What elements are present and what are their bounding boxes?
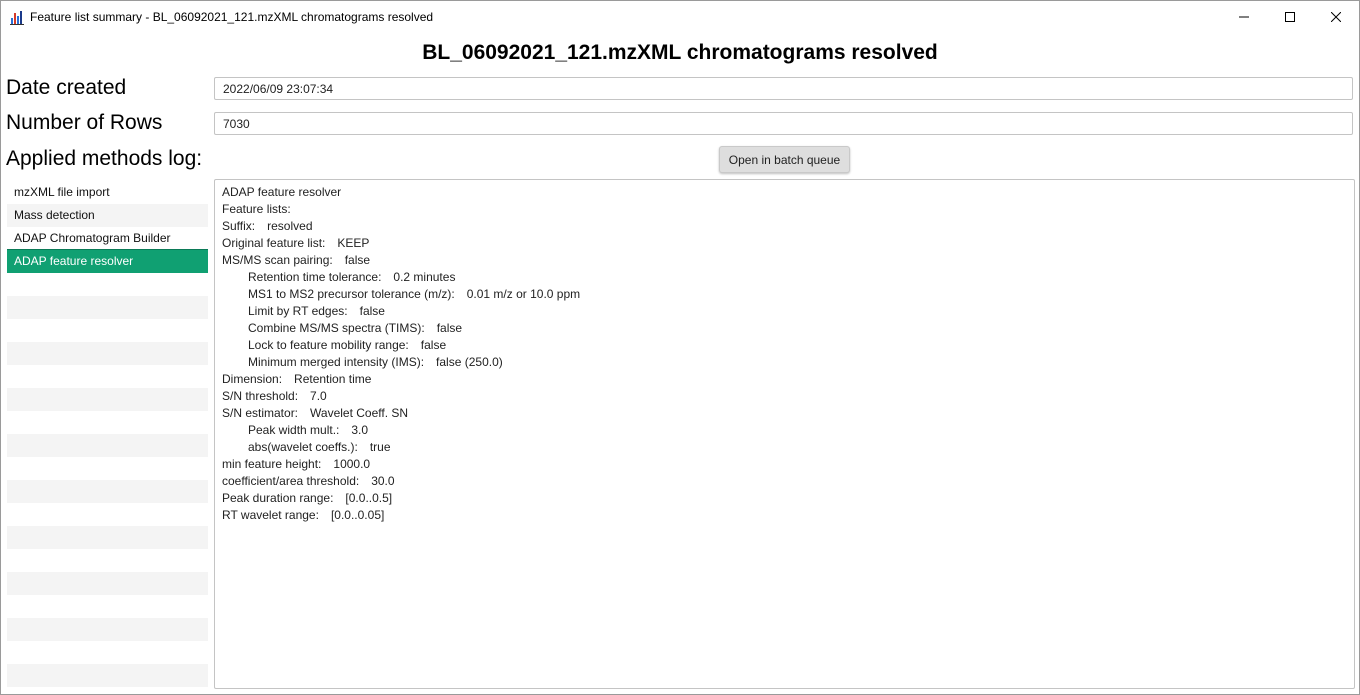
empty-list-row bbox=[7, 457, 208, 480]
parameter-name: Retention time tolerance: bbox=[248, 270, 382, 284]
date-created-field[interactable]: 2022/06/09 23:07:34 bbox=[214, 77, 1353, 100]
close-button[interactable] bbox=[1313, 1, 1359, 33]
parameter-value: Retention time bbox=[294, 372, 372, 386]
close-icon bbox=[1331, 12, 1341, 22]
parameter-line: S/N threshold: 7.0 bbox=[222, 388, 1347, 405]
empty-list-row bbox=[7, 480, 208, 503]
parameter-line: ADAP feature resolver bbox=[222, 184, 1347, 201]
parameter-line: Feature lists: bbox=[222, 201, 1347, 218]
method-list-item[interactable]: ADAP Chromatogram Builder bbox=[7, 227, 208, 250]
parameter-value: false (250.0) bbox=[436, 355, 503, 369]
parameter-line: Suffix: resolved bbox=[222, 218, 1347, 235]
mzmine-app-icon bbox=[10, 11, 24, 25]
parameter-line: Combine MS/MS spectra (TIMS): false bbox=[222, 320, 1347, 337]
parameter-line: Limit by RT edges: false bbox=[222, 303, 1347, 320]
empty-list-row bbox=[7, 365, 208, 388]
empty-list-row bbox=[7, 664, 208, 687]
parameter-line: min feature height: 1000.0 bbox=[222, 456, 1347, 473]
empty-list-row bbox=[7, 411, 208, 434]
parameter-name: coefficient/area threshold: bbox=[222, 474, 360, 488]
empty-list-row bbox=[7, 549, 208, 572]
title-bar[interactable]: Feature list summary - BL_06092021_121.m… bbox=[1, 1, 1359, 33]
parameter-line: abs(wavelet coeffs.): true bbox=[222, 439, 1347, 456]
open-in-batch-queue-button[interactable]: Open in batch queue bbox=[719, 146, 850, 173]
empty-list-row bbox=[7, 296, 208, 319]
empty-list-row bbox=[7, 434, 208, 457]
parameter-line: Lock to feature mobility range: false bbox=[222, 337, 1347, 354]
empty-list-row bbox=[7, 595, 208, 618]
window-title: Feature list summary - BL_06092021_121.m… bbox=[30, 10, 434, 24]
parameter-name: RT wavelet range: bbox=[222, 508, 319, 522]
applied-methods-log-label: Applied methods log: bbox=[6, 147, 203, 170]
parameter-name: Suffix: bbox=[222, 219, 256, 233]
parameter-value: false bbox=[344, 253, 371, 267]
parameter-line: Original feature list: KEEP bbox=[222, 235, 1347, 252]
parameter-name: ADAP feature resolver bbox=[222, 185, 342, 199]
parameter-line: coefficient/area threshold: 30.0 bbox=[222, 473, 1347, 490]
parameter-line: Peak duration range: [0.0..0.5] bbox=[222, 490, 1347, 507]
method-parameters-panel[interactable]: ADAP feature resolver Feature lists: Suffi… bbox=[214, 179, 1355, 689]
parameter-name: Lock to feature mobility range: bbox=[248, 338, 409, 352]
parameter-name: Original feature list: bbox=[222, 236, 326, 250]
parameter-line: S/N estimator: Wavelet Coeff. SN bbox=[222, 405, 1347, 422]
parameter-line: Minimum merged intensity (IMS): false (25… bbox=[222, 354, 1347, 371]
parameter-value: resolved bbox=[267, 219, 313, 233]
parameter-line: Peak width mult.: 3.0 bbox=[222, 422, 1347, 439]
parameter-value: 3.0 bbox=[351, 423, 369, 437]
parameter-name: MS/MS scan pairing: bbox=[222, 253, 333, 267]
maximize-button[interactable] bbox=[1267, 1, 1313, 33]
empty-list-row bbox=[7, 388, 208, 411]
parameter-name: S/N estimator: bbox=[222, 406, 299, 420]
parameter-name: Feature lists: bbox=[222, 202, 291, 216]
parameter-value: true bbox=[369, 440, 391, 454]
parameter-value: 1000.0 bbox=[333, 457, 371, 471]
parameter-name: abs(wavelet coeffs.): bbox=[248, 440, 358, 454]
number-of-rows-field[interactable]: 7030 bbox=[214, 112, 1353, 135]
parameter-line: MS1 to MS2 precursor tolerance (m/z): 0.0… bbox=[222, 286, 1347, 303]
method-list-item[interactable]: Mass detection bbox=[7, 204, 208, 227]
parameter-name: Peak duration range: bbox=[222, 491, 334, 505]
parameter-name: Minimum merged intensity (IMS): bbox=[248, 355, 425, 369]
empty-list-row bbox=[7, 526, 208, 549]
parameter-value: 0.01 m/z or 10.0 ppm bbox=[466, 287, 581, 301]
parameter-name: min feature height: bbox=[222, 457, 322, 471]
feature-list-heading: BL_06092021_121.mzXML chromatograms reso… bbox=[422, 41, 938, 64]
maximize-icon bbox=[1285, 12, 1295, 22]
empty-list-row bbox=[7, 342, 208, 365]
empty-list-row bbox=[7, 572, 208, 595]
parameter-line: MS/MS scan pairing: false bbox=[222, 252, 1347, 269]
parameter-value: Wavelet Coeff. SN bbox=[310, 406, 409, 420]
parameter-line: Retention time tolerance: 0.2 minutes bbox=[222, 269, 1347, 286]
empty-list-row bbox=[7, 319, 208, 342]
minimize-button[interactable] bbox=[1221, 1, 1267, 33]
empty-list-row bbox=[7, 618, 208, 641]
parameter-line: Dimension: Retention time bbox=[222, 371, 1347, 388]
parameter-value: 30.0 bbox=[371, 474, 395, 488]
parameter-name: Limit by RT edges: bbox=[248, 304, 348, 318]
applied-methods-list[interactable]: mzXML file import Mass detection ADAP Chro… bbox=[7, 181, 208, 687]
parameter-name: Peak width mult.: bbox=[248, 423, 340, 437]
parameter-value: [0.0..0.5] bbox=[345, 491, 393, 505]
empty-list-row bbox=[7, 273, 208, 296]
parameter-value: false bbox=[436, 321, 463, 335]
minimize-icon bbox=[1239, 16, 1249, 18]
parameter-value: 0.2 minutes bbox=[393, 270, 456, 284]
parameter-name: S/N threshold: bbox=[222, 389, 299, 403]
parameter-value: KEEP bbox=[337, 236, 370, 250]
parameter-line: RT wavelet range: [0.0..0.05] bbox=[222, 507, 1347, 524]
parameter-name: MS1 to MS2 precursor tolerance (m/z): bbox=[248, 287, 455, 301]
parameter-value: false bbox=[420, 338, 447, 352]
method-list-item[interactable]: ADAP feature resolver bbox=[7, 249, 208, 274]
date-created-label: Date created bbox=[6, 76, 127, 99]
number-of-rows-label: Number of Rows bbox=[6, 111, 163, 134]
feature-list-summary-window: Feature list summary - BL_06092021_121.m… bbox=[0, 0, 1360, 695]
method-list-item[interactable]: mzXML file import bbox=[7, 181, 208, 204]
parameter-value: 7.0 bbox=[310, 389, 327, 403]
parameter-name: Combine MS/MS spectra (TIMS): bbox=[248, 321, 425, 335]
empty-list-row bbox=[7, 503, 208, 526]
parameter-name: Dimension: bbox=[222, 372, 283, 386]
empty-list-row bbox=[7, 641, 208, 664]
parameter-value: false bbox=[359, 304, 385, 318]
parameter-value: [0.0..0.05] bbox=[330, 508, 385, 522]
